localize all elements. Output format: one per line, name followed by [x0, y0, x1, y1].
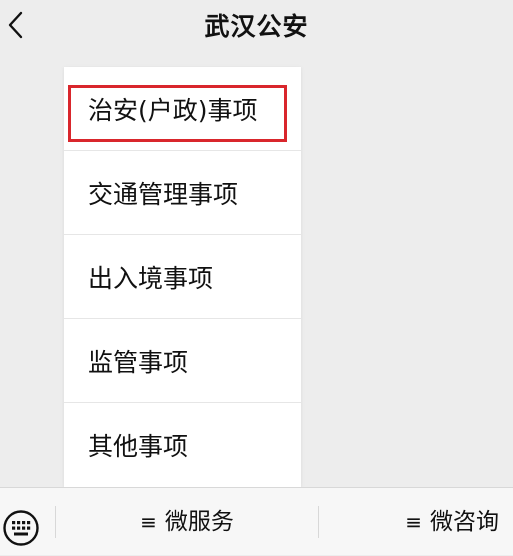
header-bar: 武汉公安 — [0, 0, 513, 52]
micro-service-button[interactable]: ≡ 微服务 — [56, 488, 318, 556]
submenu-popup: 治安(户政)事项 交通管理事项 出入境事项 监管事项 其他事项 — [64, 67, 301, 487]
keyboard-toggle-button[interactable] — [0, 488, 55, 556]
menu-item-label: 出入境事项 — [88, 264, 214, 293]
micro-consult-button[interactable]: ≡ 微咨询 — [319, 488, 513, 556]
menu-item-label: 治安(户政)事项 — [88, 96, 258, 125]
keyboard-icon — [3, 510, 39, 546]
page-title: 武汉公安 — [204, 12, 309, 41]
menu-item-traffic[interactable]: 交通管理事项 — [64, 151, 301, 235]
micro-consult-label: 微咨询 — [430, 509, 499, 535]
menu-item-label: 其他事项 — [88, 432, 189, 461]
menu-item-label: 监管事项 — [88, 348, 189, 377]
menu-item-exit-entry[interactable]: 出入境事项 — [64, 235, 301, 319]
micro-service-label: 微服务 — [164, 509, 234, 535]
bottom-menu-bar: ≡ 微服务 ≡ 微咨询 — [0, 487, 513, 555]
menu-item-public-security[interactable]: 治安(户政)事项 — [64, 67, 301, 151]
menu-lines-icon: ≡ — [140, 510, 157, 534]
menu-item-label: 交通管理事项 — [88, 180, 239, 209]
menu-item-supervision[interactable]: 监管事项 — [64, 319, 301, 403]
menu-lines-icon: ≡ — [405, 510, 422, 534]
menu-item-other[interactable]: 其他事项 — [64, 403, 301, 487]
